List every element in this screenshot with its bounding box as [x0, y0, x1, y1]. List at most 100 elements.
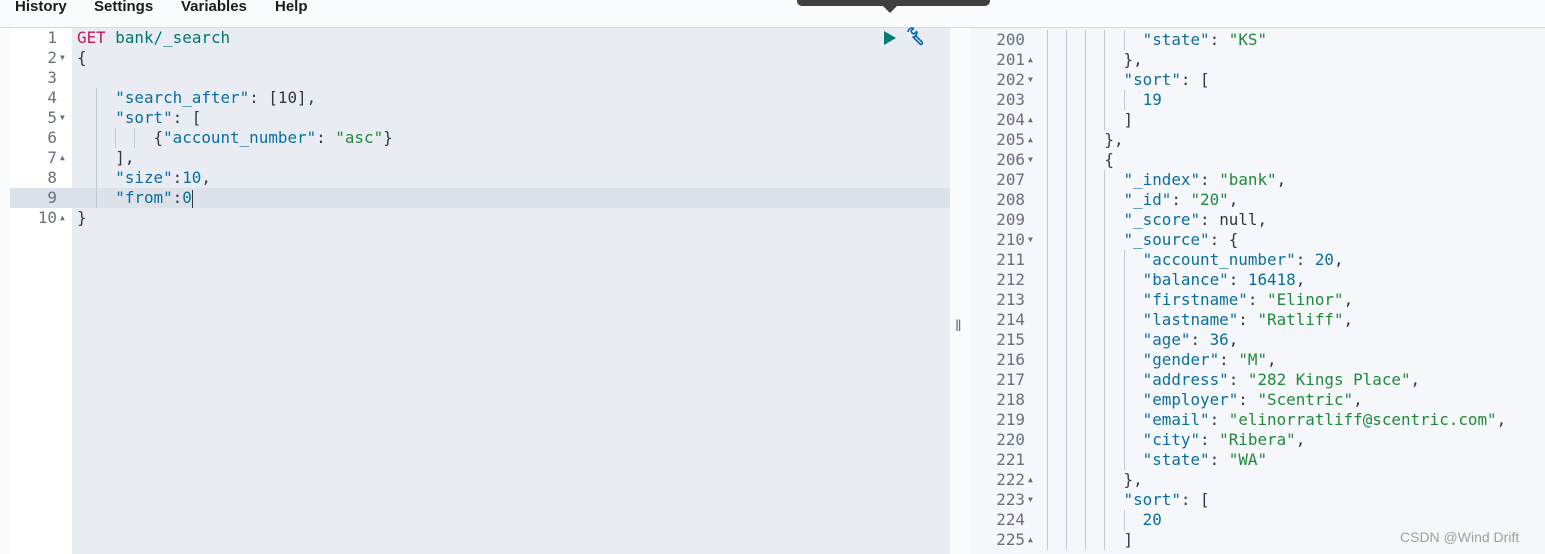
- indent-guide: [1124, 330, 1143, 350]
- code-line[interactable]: 4 "search_after": [10],: [10, 88, 950, 108]
- line-number: 5: [47, 108, 57, 127]
- indent-guide: [1047, 470, 1066, 490]
- token-punc: ,: [1257, 210, 1268, 229]
- indent-guide: [1066, 310, 1085, 330]
- code-line[interactable]: 6 {"account_number": "asc"}: [10, 128, 950, 148]
- token-punc: ]: [1123, 530, 1134, 549]
- code-text: "_index": "bank",: [1047, 170, 1287, 190]
- indent-guide: [1104, 70, 1123, 90]
- line-number: 215: [996, 330, 1025, 349]
- indent-guide: [134, 128, 153, 148]
- indent-guide: [1047, 530, 1066, 550]
- token-punc: ]: [1123, 110, 1134, 129]
- menu-variables[interactable]: Variables: [181, 0, 247, 15]
- fold-collapse-icon[interactable]: ▼: [60, 48, 65, 68]
- fold-collapse-icon[interactable]: ▼: [1028, 70, 1033, 90]
- code-line[interactable]: 10 ▲}: [10, 208, 950, 228]
- code-text: "state": "WA": [1047, 450, 1267, 470]
- request-lines[interactable]: 1 GET bank/_search 2 ▼{3 4 "search_after": [1…: [10, 28, 950, 228]
- indent-guide: [1104, 170, 1123, 190]
- fold-expand-icon[interactable]: ▲: [1028, 50, 1033, 70]
- indent-guide: [1066, 530, 1085, 550]
- fold-collapse-icon[interactable]: ▼: [60, 108, 65, 128]
- code-line: 217 "address": "282 Kings Place",: [970, 370, 1545, 390]
- indent-guide: [1124, 250, 1143, 270]
- indent-guide: [96, 188, 115, 208]
- indent-guide: [1085, 230, 1104, 250]
- line-number: 8: [47, 168, 57, 187]
- code-text: }: [77, 208, 87, 228]
- line-number: 1: [47, 28, 57, 47]
- token-punc: :: [316, 128, 336, 147]
- code-line[interactable]: 3: [10, 68, 950, 88]
- line-number: 202: [996, 70, 1025, 89]
- indent-guide: [1085, 130, 1104, 150]
- fold-collapse-icon[interactable]: ▼: [1028, 230, 1033, 250]
- code-line[interactable]: 9 "from":0: [10, 188, 950, 208]
- indent-guide: [1066, 350, 1085, 370]
- menu-help[interactable]: Help: [275, 0, 308, 15]
- fold-expand-icon[interactable]: ▲: [1028, 130, 1033, 150]
- token-str: "M": [1238, 350, 1268, 369]
- code-line[interactable]: 7 ▲],: [10, 148, 950, 168]
- fold-expand-icon[interactable]: ▲: [1028, 530, 1033, 550]
- indent-guide: [1124, 510, 1143, 530]
- line-number: 204: [996, 110, 1025, 129]
- menu-settings[interactable]: Settings: [94, 0, 153, 15]
- token-punc: }: [77, 208, 87, 227]
- indent-guide: [1104, 90, 1123, 110]
- code-line: 211 "account_number": 20,: [970, 250, 1545, 270]
- indent-guide: [1104, 530, 1123, 550]
- code-text: "from":0: [77, 188, 193, 208]
- token-punc: },: [1123, 470, 1143, 489]
- line-number: 212: [996, 270, 1025, 289]
- code-line[interactable]: 5 ▼ "sort": [: [10, 108, 950, 128]
- token-punc: ,: [1410, 370, 1421, 389]
- wrench-icon[interactable]: [904, 26, 926, 53]
- token-punc: ],: [115, 148, 135, 167]
- code-text: {: [1047, 150, 1114, 170]
- code-line[interactable]: 8 "size":10,: [10, 168, 950, 188]
- token-url: bank/_search: [115, 28, 231, 47]
- fold-expand-icon[interactable]: ▲: [60, 208, 65, 228]
- code-text: "_source": {: [1047, 230, 1239, 250]
- request-editor[interactable]: 1 GET bank/_search 2 ▼{3 4 "search_after": [1…: [10, 28, 950, 554]
- fold-expand-icon[interactable]: ▲: [1028, 110, 1033, 130]
- token-punc: :: [1209, 410, 1229, 429]
- menu-history[interactable]: History: [15, 0, 67, 15]
- token-method: GET: [77, 28, 106, 47]
- play-icon[interactable]: [884, 31, 896, 45]
- token-punc: ,: [1343, 290, 1354, 309]
- indent-guide: [1085, 350, 1104, 370]
- indent-guide: [1085, 210, 1104, 230]
- indent-guide: [1085, 490, 1104, 510]
- line-number: 9: [47, 188, 57, 207]
- fold-collapse-icon[interactable]: ▼: [1028, 490, 1033, 510]
- token-str: "asc": [335, 128, 384, 147]
- indent-guide: [1085, 250, 1104, 270]
- token-punc: :: [1209, 450, 1229, 469]
- indent-guide: [1066, 370, 1085, 390]
- pane-resize-handle[interactable]: ‖: [955, 318, 962, 336]
- token-punc: :: [1228, 370, 1248, 389]
- token-punc: :: [1219, 350, 1239, 369]
- fold-collapse-icon[interactable]: ▼: [1028, 150, 1033, 170]
- indent-guide: [1104, 410, 1123, 430]
- indent-guide: [1124, 30, 1143, 50]
- fold-expand-icon[interactable]: ▲: [1028, 470, 1033, 490]
- line-number: 207: [996, 170, 1025, 189]
- indent-guide: [115, 128, 134, 148]
- fold-expand-icon[interactable]: ▲: [60, 148, 65, 168]
- code-text: "sort": [: [1047, 70, 1210, 90]
- token-key: "balance": [1142, 270, 1229, 289]
- response-viewer[interactable]: 200 "state": "KS" 201 ▲}, 202 ▼ "sort": [203 19…: [970, 28, 1545, 554]
- indent-guide: [1085, 470, 1104, 490]
- line-number: 206: [996, 150, 1025, 169]
- token-punc: {: [153, 128, 164, 147]
- code-line[interactable]: 2 ▼ {: [10, 48, 950, 68]
- token-str: "WA": [1228, 450, 1268, 469]
- indent-guide: [1124, 390, 1143, 410]
- line-number: 220: [996, 430, 1025, 449]
- code-line[interactable]: 1 GET bank/_search: [10, 28, 950, 48]
- code-line: 223 ▼ "sort": [: [970, 490, 1545, 510]
